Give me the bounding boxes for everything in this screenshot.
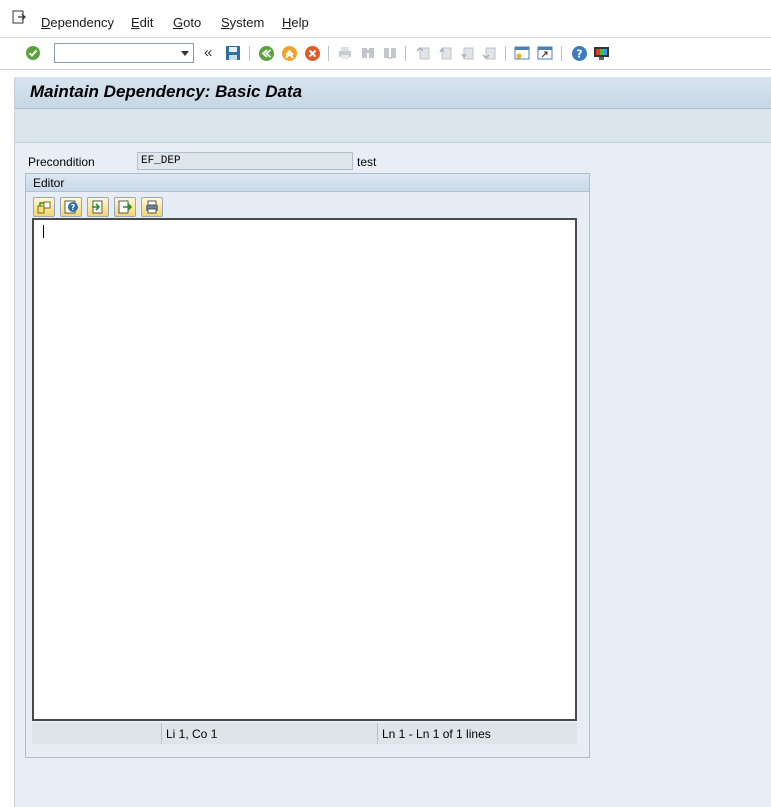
menu-edit[interactable]: Edit: [131, 15, 153, 30]
toolbar-separator: [328, 46, 329, 61]
svg-text:?: ?: [576, 47, 582, 60]
cancel-icon[interactable]: [303, 44, 321, 62]
toolbar-separator: [405, 46, 406, 61]
svg-text:?: ?: [71, 203, 76, 212]
exit-icon[interactable]: [280, 44, 298, 62]
menu-goto[interactable]: Goto: [173, 15, 201, 30]
next-page-icon[interactable]: [458, 44, 476, 62]
help-icon[interactable]: ?: [570, 44, 588, 62]
title-bar: Maintain Dependency: Basic Data: [15, 77, 771, 109]
create-session-icon[interactable]: [513, 44, 531, 62]
precondition-label: Precondition: [28, 155, 95, 169]
main-area: Maintain Dependency: Basic Data Precondi…: [14, 77, 771, 807]
editor-header: Editor: [26, 174, 589, 192]
export-icon[interactable]: [114, 197, 136, 217]
status-cell-empty: [32, 723, 161, 744]
enter-icon[interactable]: [24, 44, 42, 62]
editor-status-bar: Li 1, Co 1 Ln 1 - Ln 1 of 1 lines: [32, 723, 577, 744]
toolbar-separator: [249, 46, 250, 61]
toolbar-separator: [561, 46, 562, 61]
text-cursor: [43, 225, 44, 238]
menu-icon[interactable]: [12, 10, 26, 24]
editor-group: Editor ? Li 1, Co 1 Ln 1 - Ln 1 of 1 lin…: [25, 173, 590, 758]
menu-help[interactable]: Help: [282, 15, 309, 30]
application-toolbar: [15, 109, 771, 143]
shortcut-icon[interactable]: [536, 44, 554, 62]
first-page-icon[interactable]: [414, 44, 432, 62]
menu-system[interactable]: System: [221, 15, 264, 30]
find-icon[interactable]: [359, 44, 377, 62]
editor-print-icon[interactable]: [141, 197, 163, 217]
previous-page-icon[interactable]: [436, 44, 454, 62]
editor-textarea[interactable]: [32, 218, 577, 721]
status-cursor-position: Li 1, Co 1: [161, 723, 377, 744]
import-icon[interactable]: [87, 197, 109, 217]
last-page-icon[interactable]: [480, 44, 498, 62]
command-field[interactable]: [54, 43, 194, 63]
menu-bar: Dependency Edit Goto System Help: [0, 0, 771, 38]
status-line-range: Ln 1 - Ln 1 of 1 lines: [377, 723, 577, 744]
editor-title: Editor: [33, 176, 65, 190]
find-next-icon[interactable]: [381, 44, 399, 62]
collapse-command-icon[interactable]: «: [204, 44, 212, 61]
save-icon[interactable]: [224, 44, 242, 62]
back-icon[interactable]: [257, 44, 275, 62]
print-icon[interactable]: [336, 44, 354, 62]
chevron-down-icon[interactable]: [181, 51, 189, 56]
menu-dependency[interactable]: Dependency: [41, 15, 114, 30]
standard-toolbar: « ?: [0, 38, 771, 70]
page-title: Maintain Dependency: Basic Data: [30, 82, 303, 101]
precondition-description: test: [357, 155, 377, 169]
syntax-check-icon[interactable]: ?: [60, 197, 82, 217]
display-change-icon[interactable]: [33, 197, 55, 217]
toolbar-separator: [505, 46, 506, 61]
precondition-field: EF_DEP: [137, 152, 353, 170]
customize-layout-icon[interactable]: [592, 44, 610, 62]
